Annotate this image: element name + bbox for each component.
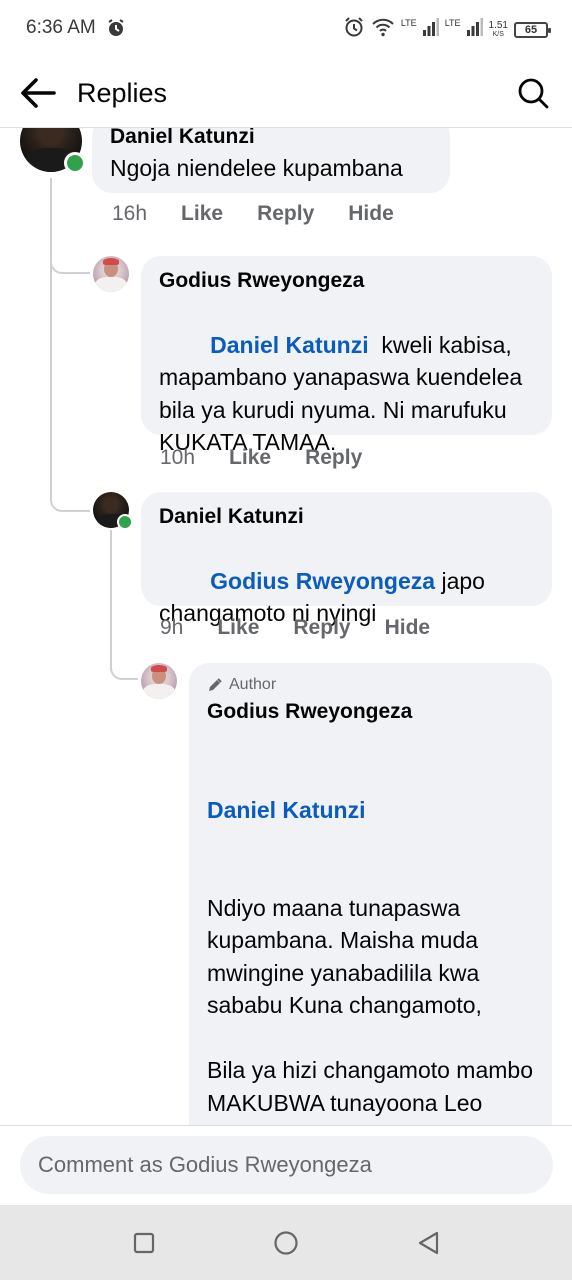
online-status-dot (64, 152, 86, 174)
system-nav-bar (0, 1205, 572, 1280)
author-badge: Author (207, 675, 534, 695)
avatar[interactable] (93, 256, 129, 292)
top-app-bar: Replies (0, 58, 572, 128)
like-button[interactable]: Like (181, 202, 223, 226)
hide-button[interactable]: Hide (348, 202, 394, 226)
hide-button[interactable]: Hide (385, 616, 431, 640)
thread-elbow (110, 598, 138, 680)
signal-icon-2 (466, 18, 483, 41)
avatar[interactable] (141, 663, 177, 699)
reply-button[interactable]: Reply (257, 202, 314, 226)
network-speed: 1.51 K/S (488, 19, 508, 38)
status-bar: 6:36 AM LTE LTE 1.51 K/S 65 (0, 0, 572, 58)
home-button[interactable] (268, 1225, 304, 1261)
comment-bubble[interactable]: Author Godius Rweyongeza Daniel Katunzi … (189, 663, 552, 1125)
author-badge-label: Author (229, 676, 277, 693)
like-button[interactable]: Like (229, 446, 271, 470)
circle-icon (274, 1231, 298, 1255)
comment-bubble[interactable]: Daniel Katunzi Godius Rweyongeza japo ch… (141, 492, 552, 626)
mention-link[interactable]: Godius Rweyongeza (210, 568, 435, 594)
alarm-icon (106, 18, 126, 43)
battery-level: 65 (524, 23, 538, 36)
page-title: Replies (77, 78, 168, 108)
wifi-icon (371, 17, 395, 42)
lte-label: LTE (400, 18, 417, 28)
thread-elbow (50, 428, 90, 512)
comment-body: Ndiyo maana tunapaswa kupambana. Maisha … (207, 894, 533, 1126)
square-icon (133, 1232, 155, 1254)
search-button[interactable] (516, 76, 550, 110)
comment-input[interactable]: Comment as Godius Rweyongeza (20, 1136, 553, 1194)
comment-bubble[interactable]: Godius Rweyongeza Daniel Katunzi kweli k… (141, 256, 552, 455)
thread-elbow (50, 178, 90, 274)
comment-timestamp: 16h (112, 202, 148, 225)
online-status-dot (117, 514, 133, 530)
status-icons: LTE LTE 1.51 K/S 65 (343, 16, 551, 43)
comment-bubble[interactable]: Daniel Katunzi Ngoja niendelee kupambana (92, 128, 450, 193)
comment-text: Daniel Katunzi Ndiyo maana tunapaswa kup… (207, 729, 534, 1125)
mention-link[interactable]: Daniel Katunzi (207, 794, 534, 827)
comment-actions: 10h Like Reply (160, 446, 396, 470)
comment-author[interactable]: Godius Rweyongeza (159, 268, 534, 294)
reply-button[interactable]: Reply (293, 616, 350, 640)
comment-timestamp: 9h (160, 616, 184, 639)
back-button[interactable] (18, 75, 58, 111)
status-time: 6:36 AM (26, 17, 96, 38)
mention-link[interactable]: Daniel Katunzi (210, 332, 368, 358)
reply-button[interactable]: Reply (305, 446, 362, 470)
search-icon (518, 78, 549, 109)
pencil-icon (209, 678, 222, 691)
comment-author[interactable]: Daniel Katunzi (110, 128, 432, 150)
comment-text: Ngoja niendelee kupambana (110, 155, 403, 181)
arrow-left-icon (21, 78, 56, 108)
like-button[interactable]: Like (217, 616, 259, 640)
recents-button[interactable] (126, 1225, 162, 1261)
replies-thread: Daniel Katunzi Ngoja niendelee kupambana… (0, 128, 572, 1125)
battery-icon: 65 (514, 21, 551, 38)
comment-author[interactable]: Godius Rweyongeza (207, 699, 534, 725)
triangle-back-icon (418, 1231, 439, 1255)
back-nav-button[interactable] (410, 1225, 446, 1261)
comment-timestamp: 10h (160, 446, 196, 469)
comment-author[interactable]: Daniel Katunzi (159, 504, 534, 530)
alarm-icon (343, 16, 365, 43)
comment-text: Godius Rweyongeza japo changamoto ni nyi… (159, 532, 534, 662)
comment-composer: Comment as Godius Rweyongeza (0, 1125, 572, 1205)
lte-label-2: LTE (444, 18, 461, 28)
comment-actions: 9h Like Reply Hide (160, 616, 464, 640)
signal-icon (422, 18, 439, 41)
comment-actions: 16h Like Reply Hide (112, 202, 428, 226)
